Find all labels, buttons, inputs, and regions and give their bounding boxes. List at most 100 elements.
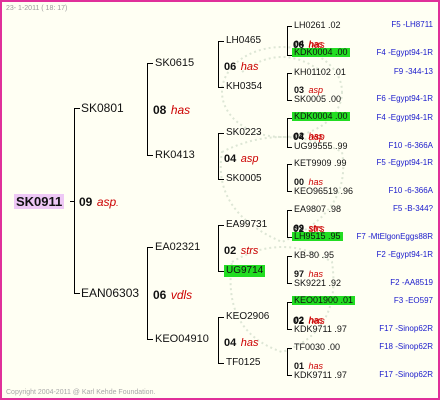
year: 08 xyxy=(153,103,167,117)
root-year: 09 xyxy=(79,195,93,209)
year: 04 xyxy=(224,153,237,165)
gen4-queen[interactable]: KDK0004 .00 xyxy=(292,112,350,121)
connector xyxy=(147,155,153,156)
gen3-queen[interactable]: UG9714 xyxy=(224,265,266,277)
gen4-queen[interactable]: KEO01900 .01 xyxy=(292,296,356,305)
gen1-year-type: 08 has xyxy=(153,102,190,118)
gen2-queen[interactable]: KEO04910 xyxy=(155,334,209,345)
gen4-info: F3 -EO597 xyxy=(393,296,433,305)
year: 06 xyxy=(153,288,167,302)
connector xyxy=(147,339,153,340)
year: 02 xyxy=(294,131,305,141)
gen4-queen[interactable]: KH01102 .01 xyxy=(294,68,346,77)
gen4-info: F9 -344-13 xyxy=(393,67,433,76)
gen4-mother[interactable]: LH9515 .95 xyxy=(292,232,343,241)
gen4-mother[interactable]: KDK9711 .97 xyxy=(294,371,347,380)
gen4-mother[interactable]: KEO96519 .96 xyxy=(294,187,353,196)
connector xyxy=(147,63,153,64)
connector xyxy=(287,375,292,376)
connector xyxy=(218,133,224,134)
connector xyxy=(287,283,292,284)
connector xyxy=(218,41,219,87)
gen4-info: F10 -6-366A xyxy=(388,141,433,150)
gen2-queen[interactable]: EA02321 xyxy=(155,242,200,253)
gen4-queen[interactable]: LH0261 .02 xyxy=(294,21,341,30)
connector xyxy=(218,179,224,180)
connector xyxy=(218,225,224,226)
connector xyxy=(287,26,292,27)
gen4-mother[interactable]: UG99555 .99 xyxy=(294,142,348,151)
connector xyxy=(287,210,288,238)
gen4-queen[interactable]: EA9807 .98 xyxy=(294,205,341,214)
connector xyxy=(287,256,288,284)
gen4-mother[interactable]: SK0005 .00 xyxy=(294,95,341,104)
connector xyxy=(218,225,219,271)
gen4-queen[interactable]: KB-80 .95 xyxy=(294,251,334,260)
gen4-info: F17 -Sinop62R xyxy=(379,324,433,333)
connector xyxy=(147,247,153,248)
gen2-year-type: 04 asp xyxy=(224,150,258,166)
gen4-queen[interactable]: TF0030 .00 xyxy=(294,343,340,352)
gen4-info: F4 -Egypt94-1R xyxy=(376,48,433,57)
gen3-queen[interactable]: KEO2906 xyxy=(226,312,269,322)
root-type: asp xyxy=(96,195,117,209)
connector xyxy=(218,133,219,179)
gen4-mother[interactable]: KDK9711 .97 xyxy=(294,325,347,334)
gen4-info: F5 -B-344? xyxy=(392,204,433,213)
connector xyxy=(218,317,219,363)
connector xyxy=(287,329,292,330)
gen3-queen[interactable]: SK0223 xyxy=(226,128,262,138)
connector xyxy=(74,108,75,294)
gen4-info: F6 -Egypt94-1R xyxy=(376,94,433,103)
connector xyxy=(287,348,292,349)
copyright-footer: Copyright 2004-2011 @ Karl Kehde Foundat… xyxy=(6,389,156,396)
gen3-queen[interactable]: TF0125 xyxy=(226,358,260,368)
gen1-queen[interactable]: EAN06303 xyxy=(81,287,139,299)
gen1-year-type: 06 vdls xyxy=(153,287,192,303)
pedigree-chart: 23- 1-2011 ( 18: 17) SK0911 09 asp. SK08… xyxy=(0,0,440,400)
connector xyxy=(74,108,80,109)
root-queen-id[interactable]: SK0911 xyxy=(14,194,65,209)
timestamp-header: 23- 1-2011 ( 18: 17) xyxy=(6,5,68,12)
connector xyxy=(287,191,292,192)
gen2-year-type: 02 strs xyxy=(224,242,258,258)
connector xyxy=(218,41,224,42)
gen2-year-type: 06 has xyxy=(224,58,258,74)
connector xyxy=(218,363,224,364)
bee-type: has xyxy=(170,103,191,117)
gen4-info: F4 -Egypt94-1R xyxy=(376,113,433,122)
gen4-info: F7 -MtElgonEggs88R xyxy=(356,232,433,241)
bee-type: asp xyxy=(240,153,259,165)
gen4-info: F18 -Sinop62R xyxy=(379,342,433,351)
connector xyxy=(287,256,292,257)
gen4-info: F17 -Sinop62R xyxy=(379,370,433,379)
gen4-info: F2 -AA8519 xyxy=(390,278,433,287)
gen2-year-type: 04 has xyxy=(224,334,258,350)
gen3-queen[interactable]: LH0465 xyxy=(226,36,261,46)
connector xyxy=(147,247,148,339)
bee-type: has xyxy=(240,61,259,73)
gen3-queen[interactable]: SK0005 xyxy=(226,174,262,184)
bee-type: has xyxy=(308,131,323,141)
gen4-mother[interactable]: KDK0004 .00 xyxy=(292,48,350,57)
gen3-queen[interactable]: KH0354 xyxy=(226,82,262,92)
gen2-queen[interactable]: SK0615 xyxy=(155,58,194,69)
gen1-queen[interactable]: SK0801 xyxy=(81,102,124,114)
gen4-info: F10 -6-366A xyxy=(388,186,433,195)
bee-type: strs xyxy=(240,245,259,257)
connector xyxy=(287,348,288,376)
connector xyxy=(287,147,292,148)
connector xyxy=(218,87,224,88)
connector xyxy=(287,164,292,165)
connector xyxy=(287,73,288,101)
root-year-type: 09 asp. xyxy=(79,194,119,210)
connector xyxy=(287,118,288,148)
connector xyxy=(287,210,292,211)
bee-type: vdls xyxy=(170,288,193,302)
gen4-mother[interactable]: SK9221 .92 xyxy=(294,279,341,288)
year: 02 xyxy=(224,245,237,257)
gen4-info: F5 -LH8711 xyxy=(391,20,433,29)
gen3-queen[interactable]: EA99731 xyxy=(226,220,267,230)
gen2-queen[interactable]: RK0413 xyxy=(155,150,195,161)
gen4-queen[interactable]: KET9909 .99 xyxy=(294,159,347,168)
